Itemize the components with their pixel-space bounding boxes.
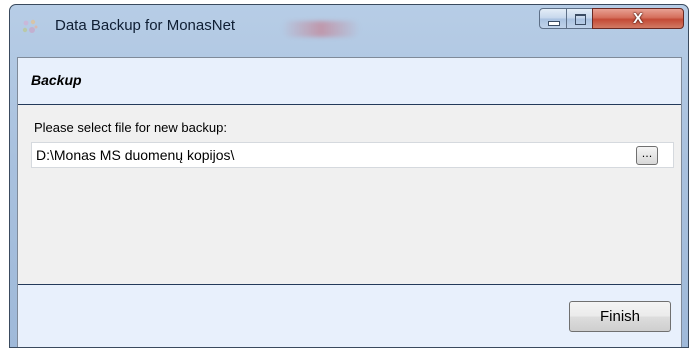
close-icon: X [632, 10, 643, 27]
app-icon [22, 19, 38, 33]
maximize-button[interactable] [566, 8, 593, 29]
maximize-icon [575, 14, 586, 25]
caption-buttons: X [539, 8, 684, 30]
window-title: Data Backup for MonasNet [55, 17, 236, 34]
minimize-icon [548, 21, 560, 26]
blurred-region [282, 21, 360, 37]
minimize-button[interactable] [539, 8, 567, 29]
browse-button[interactable]: ... [636, 146, 658, 165]
section-title: Backup [31, 72, 82, 88]
backup-path-field[interactable]: D:\Monas MS duomenų kopijos\ [31, 142, 674, 168]
backup-path-value: D:\Monas MS duomenų kopijos\ [36, 147, 235, 163]
footer-band: Finish [18, 284, 681, 347]
dialog-body: Backup Please select file for new backup… [17, 57, 682, 347]
close-button[interactable]: X [592, 8, 684, 29]
finish-button[interactable]: Finish [569, 301, 671, 332]
backup-prompt-label: Please select file for new backup: [34, 120, 227, 135]
title-bar[interactable]: Data Backup for MonasNet X [10, 5, 688, 55]
header-band: Backup [18, 58, 681, 105]
app-window: Data Backup for MonasNet X Backup Please… [9, 4, 689, 348]
